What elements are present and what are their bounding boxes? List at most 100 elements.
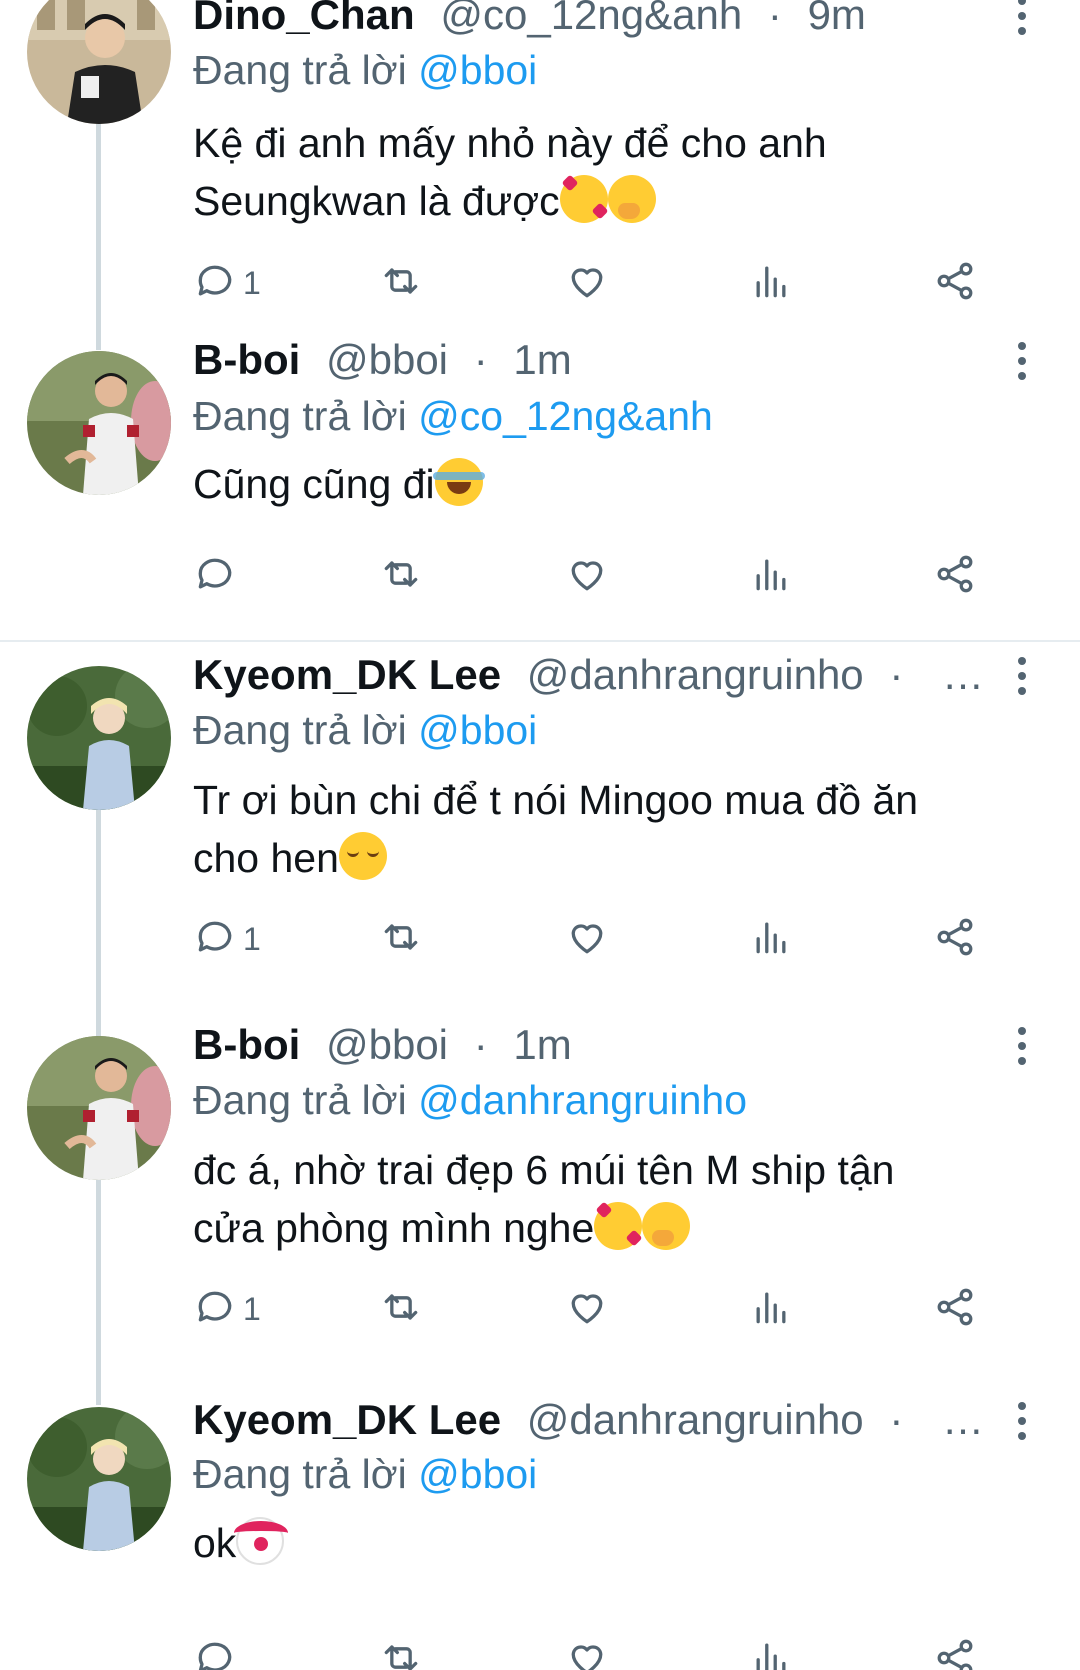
- reply-count: 1: [243, 264, 261, 301]
- views-icon: [749, 915, 793, 964]
- username[interactable]: @bboi: [326, 1021, 448, 1068]
- tweet-text: đc á, nhờ trai đẹp 6 múi tên M ship tận …: [193, 1141, 1033, 1257]
- tweet[interactable]: Kyeom_DK Lee @danhrangruinho · … Đang tr…: [0, 1395, 1080, 1670]
- tweet-text-line: cho hen: [193, 829, 1033, 887]
- display-name[interactable]: Kyeom_DK Lee: [193, 651, 501, 698]
- share-icon: [933, 552, 977, 601]
- display-name[interactable]: Kyeom_DK Lee: [193, 1396, 501, 1443]
- retweet-button[interactable]: [379, 551, 423, 601]
- tweet-text: Kệ đi anh mấy nhỏ này để cho anh Seungkw…: [193, 114, 1033, 230]
- share-button[interactable]: [933, 1284, 977, 1334]
- reply-icon: [193, 915, 237, 964]
- avatar[interactable]: [27, 0, 171, 124]
- mention-link[interactable]: @bboi: [418, 47, 537, 93]
- share-button[interactable]: [933, 258, 977, 308]
- reply-button[interactable]: [193, 1635, 243, 1670]
- relieved-face-icon: [338, 832, 387, 880]
- timestamp[interactable]: …: [936, 1395, 984, 1445]
- retweet-button[interactable]: [379, 914, 423, 964]
- reply-prefix: Đang trả lời: [193, 393, 407, 439]
- mention-link[interactable]: @bboi: [418, 1451, 537, 1497]
- display-name[interactable]: B-boi: [193, 336, 300, 383]
- retweet-button[interactable]: [379, 1635, 423, 1670]
- like-button[interactable]: [565, 551, 609, 601]
- tweet-text-line: Kệ đi anh mấy nhỏ này để cho anh: [193, 120, 827, 166]
- avatar[interactable]: [27, 666, 171, 810]
- tweet-header: B-boi @bboi · 1m: [193, 335, 1010, 385]
- tweet[interactable]: Dino_Chan @co_12ng&anh · 9m Đang trả lời…: [0, 0, 1080, 345]
- more-options-icon[interactable]: [1010, 1399, 1034, 1447]
- tweet-text: ok: [193, 1514, 1033, 1572]
- tweet[interactable]: B-boi @bboi · 1m Đang trả lời @co_12ng&a…: [0, 336, 1080, 640]
- views-button[interactable]: [749, 551, 793, 601]
- replying-to: Đang trả lời @co_12ng&anh: [193, 391, 713, 441]
- tweet-text-line: ok: [193, 1514, 1033, 1572]
- tweet-actions: 1: [193, 258, 1023, 308]
- face-with-hand-over-mouth-icon: [607, 175, 656, 223]
- avatar[interactable]: [27, 1036, 171, 1180]
- username[interactable]: @danhrangruinho: [527, 1396, 864, 1443]
- avatar[interactable]: [27, 1407, 171, 1551]
- tweet[interactable]: Kyeom_DK Lee @danhrangruinho · … Đang tr…: [0, 650, 1080, 1000]
- username[interactable]: @bboi: [326, 336, 448, 383]
- separator-dot: ·: [889, 1396, 904, 1443]
- reply-prefix: Đang trả lời: [193, 1077, 407, 1123]
- avatar[interactable]: [27, 351, 171, 495]
- tweet-actions: [193, 1635, 1023, 1670]
- views-icon: [749, 1285, 793, 1334]
- reply-button[interactable]: 1: [193, 258, 261, 308]
- separator-dot: ·: [473, 336, 488, 383]
- like-button[interactable]: [565, 258, 609, 308]
- like-icon: [565, 915, 609, 964]
- reply-icon: [193, 1285, 237, 1334]
- tweet-text-line: đc á, nhờ trai đẹp 6 múi tên M ship tận: [193, 1147, 895, 1193]
- share-button[interactable]: [933, 551, 977, 601]
- views-button[interactable]: [749, 258, 793, 308]
- share-button[interactable]: [933, 1635, 977, 1670]
- more-options-icon[interactable]: [1010, 654, 1034, 702]
- tweet-text-segment: cửa phòng mình nghe: [193, 1205, 595, 1251]
- share-button[interactable]: [933, 914, 977, 964]
- reply-count: 1: [243, 920, 261, 957]
- tweet-actions: [193, 551, 1023, 601]
- more-options-icon[interactable]: [1010, 1024, 1034, 1072]
- timestamp[interactable]: 1m: [513, 1021, 571, 1068]
- display-name[interactable]: B-boi: [193, 1021, 300, 1068]
- face-with-hand-over-mouth-icon: [642, 1202, 691, 1250]
- more-options-icon[interactable]: [1010, 339, 1034, 387]
- timestamp[interactable]: 1m: [513, 336, 571, 383]
- tweet-text-line: Tr ơi bùn chi để t nói Mingoo mua đồ ăn: [193, 777, 919, 823]
- retweet-button[interactable]: [379, 258, 423, 308]
- mention-link[interactable]: @co_12ng&anh: [418, 393, 713, 439]
- username[interactable]: @danhrangruinho: [527, 651, 864, 698]
- tweet[interactable]: B-boi @bboi · 1m Đang trả lời @danhrangr…: [0, 1021, 1080, 1370]
- display-name[interactable]: Dino_Chan: [193, 0, 415, 38]
- reply-button[interactable]: 1: [193, 914, 261, 964]
- share-icon: [933, 1636, 977, 1670]
- reply-icon: [193, 552, 237, 601]
- reply-button[interactable]: [193, 551, 243, 601]
- views-button[interactable]: [749, 1284, 793, 1334]
- tweet-text-line: Seungkwan là được: [193, 172, 1033, 230]
- views-icon: [749, 259, 793, 308]
- like-button[interactable]: [565, 1284, 609, 1334]
- retweet-button[interactable]: [379, 1284, 423, 1334]
- timestamp[interactable]: 9m: [808, 0, 866, 38]
- more-options-icon[interactable]: [1010, 0, 1034, 42]
- like-button[interactable]: [565, 1635, 609, 1670]
- like-button[interactable]: [565, 914, 609, 964]
- replying-to: Đang trả lời @danhrangruinho: [193, 1075, 747, 1125]
- reply-button[interactable]: 1: [193, 1284, 261, 1334]
- reply-icon: [193, 259, 237, 308]
- reply-icon: [193, 1636, 237, 1670]
- tweet-text-segment: cho hen: [193, 835, 339, 881]
- timestamp[interactable]: …: [936, 650, 984, 700]
- separator-dot: ·: [473, 1021, 488, 1068]
- retweet-icon: [379, 552, 423, 601]
- username[interactable]: @co_12ng&anh: [440, 0, 742, 38]
- views-button[interactable]: [749, 1635, 793, 1670]
- mention-link[interactable]: @bboi: [418, 707, 537, 753]
- views-button[interactable]: [749, 914, 793, 964]
- mention-link[interactable]: @danhrangruinho: [418, 1077, 747, 1123]
- tweet-header: Kyeom_DK Lee @danhrangruinho · …: [193, 1395, 1010, 1445]
